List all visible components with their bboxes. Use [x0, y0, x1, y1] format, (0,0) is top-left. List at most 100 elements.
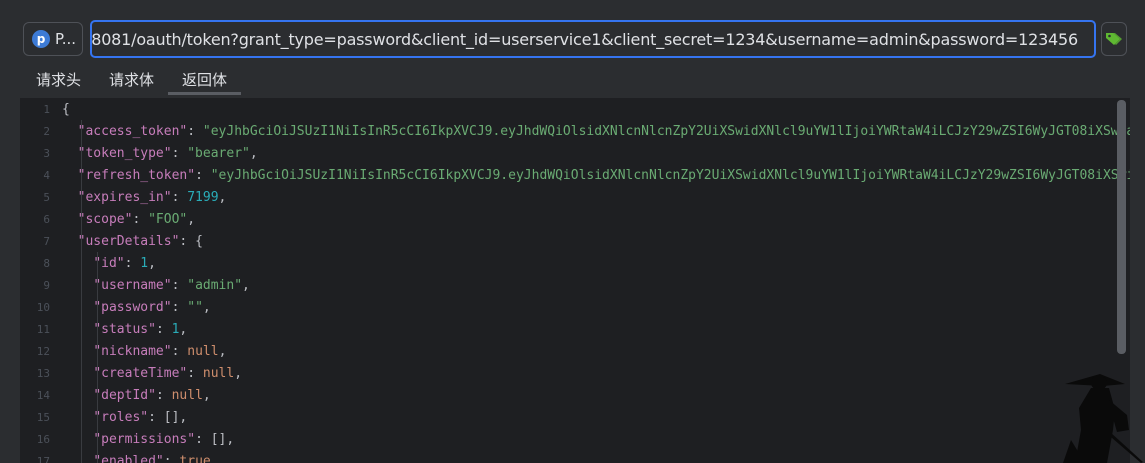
json-value: 1 — [140, 255, 149, 271]
line-number: 11 — [36, 322, 50, 336]
json-comma: , — [179, 321, 188, 337]
code-text: "enabled": true, — [62, 453, 219, 463]
line-number: 4 — [43, 168, 50, 182]
code-line: 12 "nickname": null, — [20, 340, 1130, 362]
json-value: true — [179, 453, 211, 463]
code-line: 14 "deptId": null, — [20, 384, 1130, 406]
json-value: "" — [187, 299, 203, 315]
line-number: 3 — [43, 146, 50, 160]
code-text: "expires_in": 7199, — [77, 189, 227, 205]
line-number: 1 — [43, 102, 50, 116]
json-value: null — [202, 365, 235, 381]
line-number: 2 — [43, 124, 50, 138]
code-line: 8 "id": 1, — [20, 252, 1130, 274]
json-value: [] — [210, 431, 227, 447]
json-value: { — [195, 233, 203, 249]
line-number: 13 — [36, 366, 50, 380]
json-key: "deptId" — [93, 387, 156, 403]
json-key: "enabled" — [93, 453, 164, 463]
code-line: 16 "permissions": [], — [20, 428, 1130, 450]
tab-request-headers[interactable]: 请求头 — [22, 66, 95, 95]
tab-request-body[interactable]: 请求体 — [95, 66, 168, 95]
code-line: 13 "createTime": null, — [20, 362, 1130, 384]
json-comma: , — [234, 365, 243, 381]
json-key: "expires_in" — [77, 189, 172, 205]
json-key: "createTime" — [93, 365, 188, 381]
code-text: "id": 1, — [93, 255, 156, 271]
json-key: "userDetails" — [77, 233, 180, 249]
code-line: 6 "scope": "FOO", — [20, 208, 1130, 230]
response-editor[interactable]: 1{2 "access_token": "eyJhbGciOiJSUzI1NiI… — [20, 98, 1130, 463]
code-text: "password": "", — [93, 299, 211, 315]
code-line: 10 "password": "", — [20, 296, 1130, 318]
json-comma: , — [218, 343, 227, 359]
code-line: 9 "username": "admin", — [20, 274, 1130, 296]
tab-response-body[interactable]: 返回体 — [168, 66, 242, 95]
code-text: "userDetails": { — [77, 233, 203, 249]
line-number: 9 — [43, 278, 50, 292]
json-key: "refresh_token" — [77, 167, 196, 183]
json-key: "id" — [93, 255, 125, 271]
json-value: null — [187, 343, 219, 359]
json-comma: , — [242, 277, 250, 293]
method-selector-button[interactable]: p P... — [23, 22, 83, 56]
request-toolbar: p P... ost:8081/oauth/token?grant_type=p… — [0, 0, 1145, 66]
code-line: 15 "roles": [], — [20, 406, 1130, 428]
json-comma: , — [187, 211, 196, 227]
indent-guide — [81, 120, 82, 463]
method-label: P... — [55, 30, 77, 48]
code-text: "createTime": null, — [93, 365, 243, 381]
json-value: 7199 — [187, 189, 219, 205]
code-line: 7 "userDetails": { — [20, 230, 1130, 252]
line-number: 14 — [36, 388, 50, 402]
json-key: "permissions" — [93, 431, 196, 447]
line-number: 16 — [36, 432, 50, 446]
line-number: 8 — [43, 256, 50, 270]
json-comma: , — [202, 387, 211, 403]
json-key: "scope" — [77, 211, 133, 227]
line-number: 15 — [36, 410, 50, 424]
line-number: 17 — [36, 454, 50, 463]
samurai-silhouette-decoration — [1063, 374, 1143, 463]
json-key: "token_type" — [77, 145, 172, 161]
json-value: "admin" — [187, 277, 243, 293]
json-value: "FOO" — [148, 211, 188, 227]
code-text: "deptId": null, — [93, 387, 211, 403]
json-value: "bearer" — [187, 145, 250, 161]
json-comma: , — [218, 189, 227, 205]
indent-guide — [97, 252, 98, 463]
code-text: "nickname": null, — [93, 343, 227, 359]
json-value: "eyJhbGciOiJSUzI1NiIsInR5cCI6IkpXVCJ9.ey… — [202, 123, 1130, 139]
json-key: "access_token" — [77, 123, 188, 139]
tab-bar: 请求头 请求体 返回体 — [22, 66, 242, 98]
json-key: "password" — [93, 299, 172, 315]
code-line: 4 "refresh_token": "eyJhbGciOiJSUzI1NiIs… — [20, 164, 1130, 186]
code-line: 1{ — [20, 98, 1130, 120]
code-text: "username": "admin", — [93, 277, 250, 293]
code-line: 3 "token_type": "bearer", — [20, 142, 1130, 164]
code-text: { — [62, 101, 70, 117]
json-comma: , — [148, 255, 156, 271]
tag-button[interactable] — [1101, 22, 1127, 56]
json-key: "nickname" — [93, 343, 172, 359]
url-input[interactable]: ost:8081/oauth/token?grant_type=password… — [90, 20, 1096, 58]
url-text[interactable]: ost:8081/oauth/token?grant_type=password… — [92, 30, 1078, 49]
code-line: 17 "enabled": true, — [20, 450, 1130, 463]
code-text: "refresh_token": "eyJhbGciOiJSUzI1NiIsIn… — [62, 168, 1130, 183]
json-key: "username" — [93, 277, 172, 293]
vertical-scrollbar[interactable] — [1117, 100, 1126, 354]
line-number: 7 — [43, 234, 50, 248]
json-comma: , — [226, 431, 235, 447]
json-value: "eyJhbGciOiJSUzI1NiIsInR5cCI6IkpXVCJ9.ey… — [210, 167, 1130, 183]
code-line: 2 "access_token": "eyJhbGciOiJSUzI1NiIsI… — [20, 120, 1130, 142]
tag-icon — [1106, 33, 1122, 45]
json-comma: , — [249, 145, 258, 161]
code-text: "token_type": "bearer", — [77, 145, 258, 161]
line-number: 12 — [36, 344, 50, 358]
code-line: 5 "expires_in": 7199, — [20, 186, 1130, 208]
json-value: null — [171, 387, 203, 403]
method-icon: p — [32, 30, 50, 48]
json-value: [] — [163, 409, 180, 425]
json-comma: , — [210, 453, 219, 463]
json-key: "roles" — [93, 409, 149, 425]
